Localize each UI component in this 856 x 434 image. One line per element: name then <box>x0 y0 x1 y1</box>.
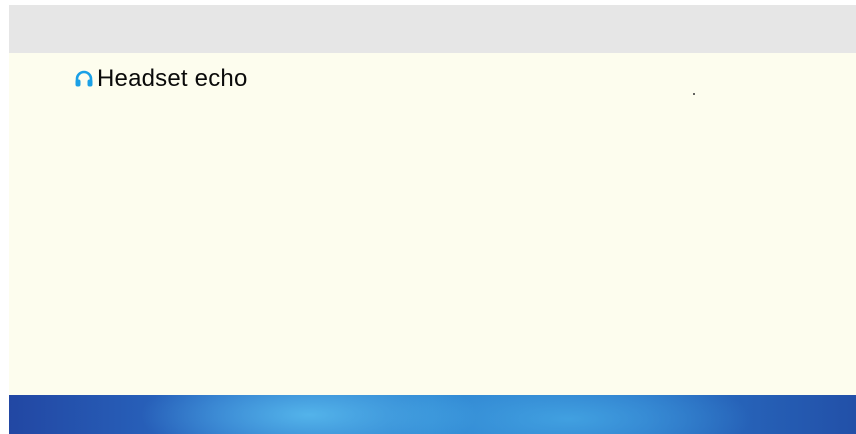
top-bar <box>9 5 856 53</box>
content-area: Headset echo <box>9 53 856 395</box>
headset-icon <box>74 69 94 89</box>
status-dot <box>693 93 695 95</box>
title-row: Headset echo <box>74 66 248 92</box>
page-title: Headset echo <box>97 65 248 92</box>
screen: Headset echo <box>9 5 856 434</box>
bottom-bar <box>9 395 856 434</box>
